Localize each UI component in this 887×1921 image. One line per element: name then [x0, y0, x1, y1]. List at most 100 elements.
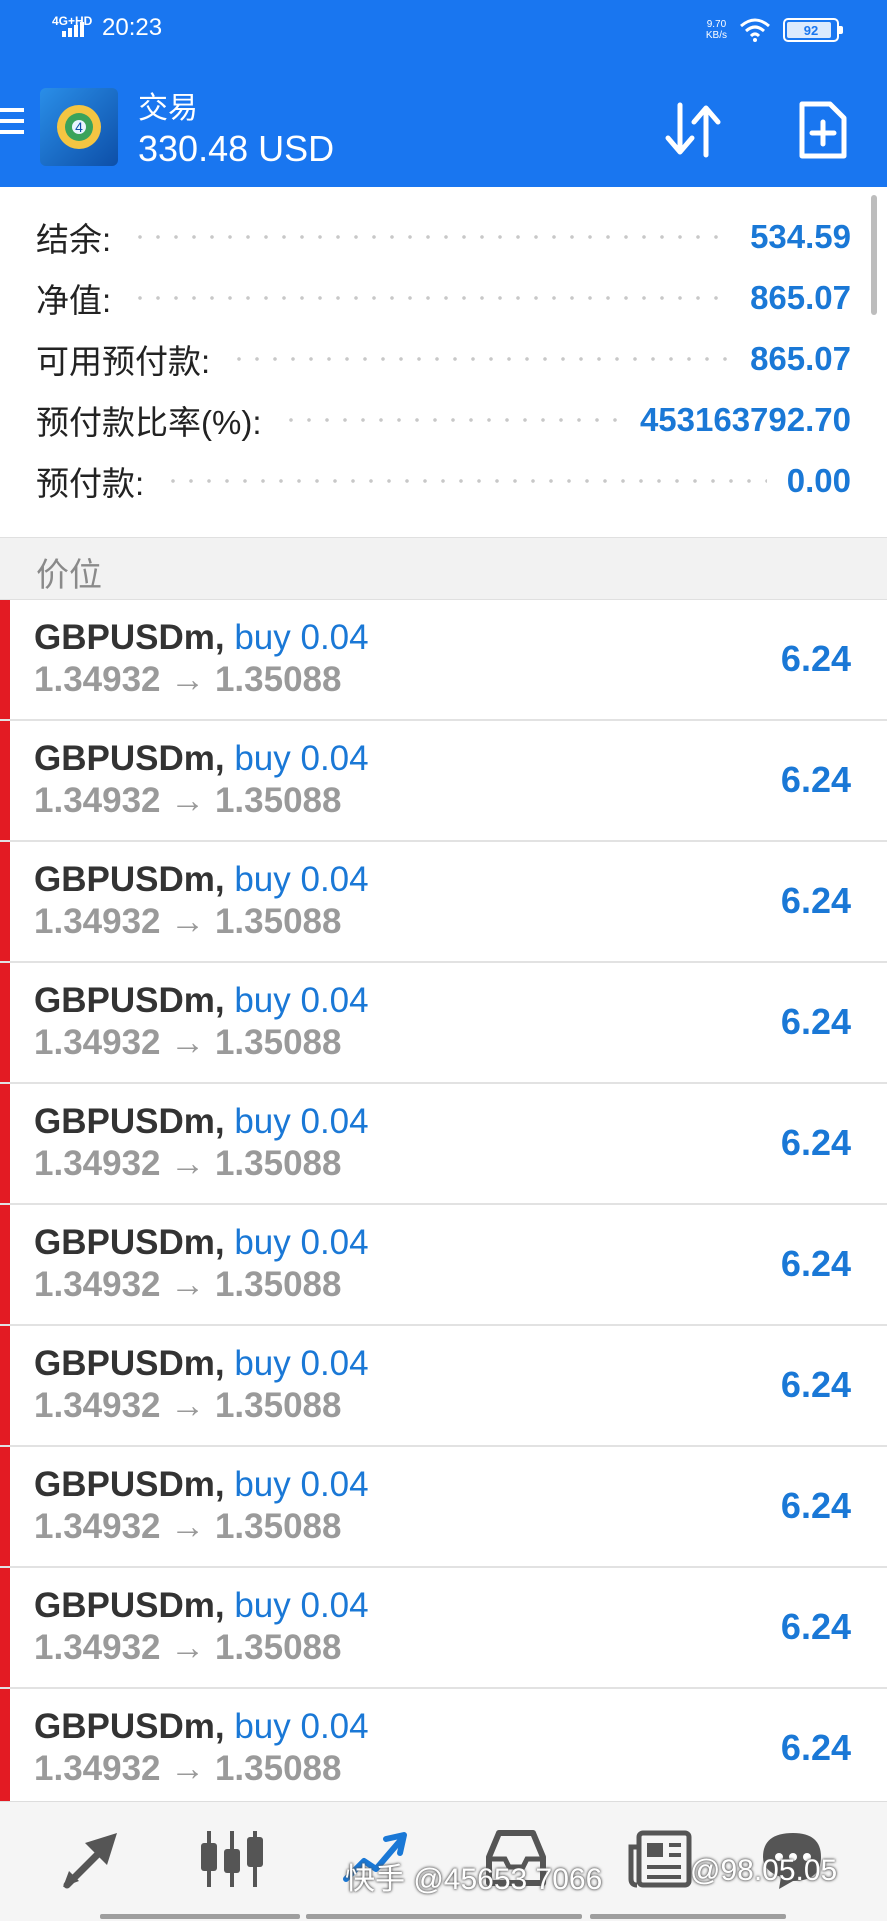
network-type: 4G+HD: [52, 14, 93, 28]
dotted-leader: [230, 357, 731, 361]
position-profit: 6.24: [780, 880, 851, 921]
battery-level: 92: [803, 22, 819, 38]
page-title: 交易: [138, 92, 198, 125]
summary-value: 865.07: [750, 279, 851, 316]
buy-indicator-bar: [0, 1689, 10, 1808]
position-row[interactable]: GBPUSDm, buy 0.04 1.34932 → 1.35088 6.24: [0, 1689, 887, 1810]
position-direction: buy 0.04: [234, 618, 369, 657]
summary-value: 453163792.70: [639, 401, 851, 438]
position-symbol: GBPUSDm,: [34, 1707, 225, 1746]
svg-text:4: 4: [75, 119, 83, 135]
summary-value: 0.00: [786, 462, 851, 499]
quotes-arrows-icon: [63, 1833, 117, 1889]
section-title: 价位: [36, 556, 102, 593]
summary-label: 预付款比率(%):: [36, 404, 262, 441]
position-profit: 6.24: [780, 759, 851, 800]
position-symbol: GBPUSDm,: [34, 1586, 225, 1625]
status-left: 4G+HD 20:23: [52, 14, 162, 42]
wifi-icon: [740, 18, 770, 42]
network-speed-unit: KB/s: [705, 30, 727, 41]
dotted-leader: [164, 479, 767, 483]
position-row[interactable]: GBPUSDm, buy 0.04 1.34932 → 1.35088 6.24: [0, 1447, 887, 1568]
scrollbar[interactable]: [871, 195, 877, 315]
position-profit: 6.24: [780, 1364, 851, 1405]
positions-list: GBPUSDm, buy 0.04 1.34932 → 1.35088 6.24…: [0, 600, 887, 1810]
nav-chart[interactable]: [192, 1824, 272, 1894]
signal-icon: 4G+HD: [52, 15, 92, 37]
position-direction: buy 0.04: [234, 981, 369, 1020]
position-row[interactable]: GBPUSDm, buy 0.04 1.34932 → 1.35088 6.24: [0, 842, 887, 963]
news-icon: [628, 1830, 692, 1888]
position-symbol: GBPUSDm,: [34, 1344, 225, 1383]
summary-label: 可用预付款:: [36, 343, 211, 380]
position-row[interactable]: GBPUSDm, buy 0.04 1.34932 → 1.35088 6.24: [0, 1326, 887, 1447]
dotted-leader: [281, 418, 620, 422]
position-direction: buy 0.04: [234, 1465, 369, 1504]
watermark-right: @98.05.05: [690, 1854, 838, 1887]
chart-candles-icon: [201, 1831, 263, 1887]
buy-indicator-bar: [0, 1568, 10, 1687]
position-row[interactable]: GBPUSDm, buy 0.04 1.34932 → 1.35088 6.24: [0, 1084, 887, 1205]
position-symbol: GBPUSDm,: [34, 618, 225, 657]
position-row[interactable]: GBPUSDm, buy 0.04 1.34932 → 1.35088 6.24: [0, 1568, 887, 1689]
new-order-icon: [799, 101, 847, 159]
bottom-navigation: 快手 @45653 7066 @98.05.05: [0, 1801, 887, 1921]
summary-row-free-margin: 可用预付款: 865.07: [36, 339, 851, 380]
position-direction: buy 0.04: [234, 1344, 369, 1383]
summary-row-balance: 结余: 534.59: [36, 217, 851, 258]
position-symbol: GBPUSDm,: [34, 860, 225, 899]
buy-indicator-bar: [0, 1205, 10, 1324]
position-symbol: GBPUSDm,: [34, 1102, 225, 1141]
nav-divider: [100, 1914, 300, 1919]
position-profit: 6.24: [780, 1606, 851, 1647]
nav-quotes[interactable]: [52, 1824, 132, 1894]
metatrader-logo-icon: 4: [40, 88, 118, 166]
status-right: 9.70 KB/s 92: [705, 18, 843, 42]
buy-indicator-bar: [0, 721, 10, 840]
hamburger-menu-icon[interactable]: [0, 108, 24, 141]
position-direction: buy 0.04: [234, 1102, 369, 1141]
position-profit: 6.24: [780, 638, 851, 679]
position-symbol: GBPUSDm,: [34, 1465, 225, 1504]
position-direction: buy 0.04: [234, 739, 369, 778]
summary-row-equity: 净值: 865.07: [36, 278, 851, 319]
summary-label: 结余:: [36, 221, 112, 258]
nav-divider: [590, 1914, 786, 1919]
nav-divider: [306, 1914, 582, 1919]
position-direction: buy 0.04: [234, 1707, 369, 1746]
position-prices: 1.34932 → 1.35088: [34, 1749, 342, 1788]
position-row[interactable]: GBPUSDm, buy 0.04 1.34932 → 1.35088 6.24: [0, 1205, 887, 1326]
summary-value: 865.07: [750, 340, 851, 377]
position-row[interactable]: GBPUSDm, buy 0.04 1.34932 → 1.35088 6.24: [0, 963, 887, 1084]
positions-section-header: 价位: [0, 537, 887, 600]
position-direction: buy 0.04: [234, 1586, 369, 1625]
position-symbol: GBPUSDm,: [34, 1223, 225, 1262]
sort-button[interactable]: [660, 100, 730, 160]
position-profit: 6.24: [780, 1243, 851, 1284]
status-bar: 4G+HD 20:23 9.70 KB/s 92: [0, 0, 887, 60]
position-profit: 6.24: [780, 1485, 851, 1526]
dotted-leader: [131, 235, 731, 239]
position-row[interactable]: GBPUSDm, buy 0.04 1.34932 → 1.35088 6.24: [0, 600, 887, 721]
position-prices: 1.34932 → 1.35088: [34, 660, 342, 699]
sort-arrows-icon: [665, 102, 721, 158]
position-direction: buy 0.04: [234, 860, 369, 899]
position-symbol: GBPUSDm,: [34, 981, 225, 1020]
summary-row-margin: 预付款: 0.00: [36, 461, 851, 502]
position-prices: 1.34932 → 1.35088: [34, 1023, 342, 1062]
position-profit: 6.24: [780, 1001, 851, 1042]
summary-label: 预付款:: [36, 465, 145, 502]
position-prices: 1.34932 → 1.35088: [34, 902, 342, 941]
buy-indicator-bar: [0, 1447, 10, 1566]
new-order-button[interactable]: [796, 100, 850, 160]
buy-indicator-bar: [0, 1084, 10, 1203]
nav-news[interactable]: [620, 1824, 700, 1894]
position-row[interactable]: GBPUSDm, buy 0.04 1.34932 → 1.35088 6.24: [0, 721, 887, 842]
position-profit: 6.24: [780, 1727, 851, 1768]
position-prices: 1.34932 → 1.35088: [34, 1507, 342, 1546]
watermark-left: 快手 @45653 7066: [345, 1863, 603, 1896]
summary-value: 534.59: [750, 218, 851, 255]
position-prices: 1.34932 → 1.35088: [34, 1265, 342, 1304]
battery-icon: 92: [783, 18, 843, 42]
dotted-leader: [131, 296, 731, 300]
